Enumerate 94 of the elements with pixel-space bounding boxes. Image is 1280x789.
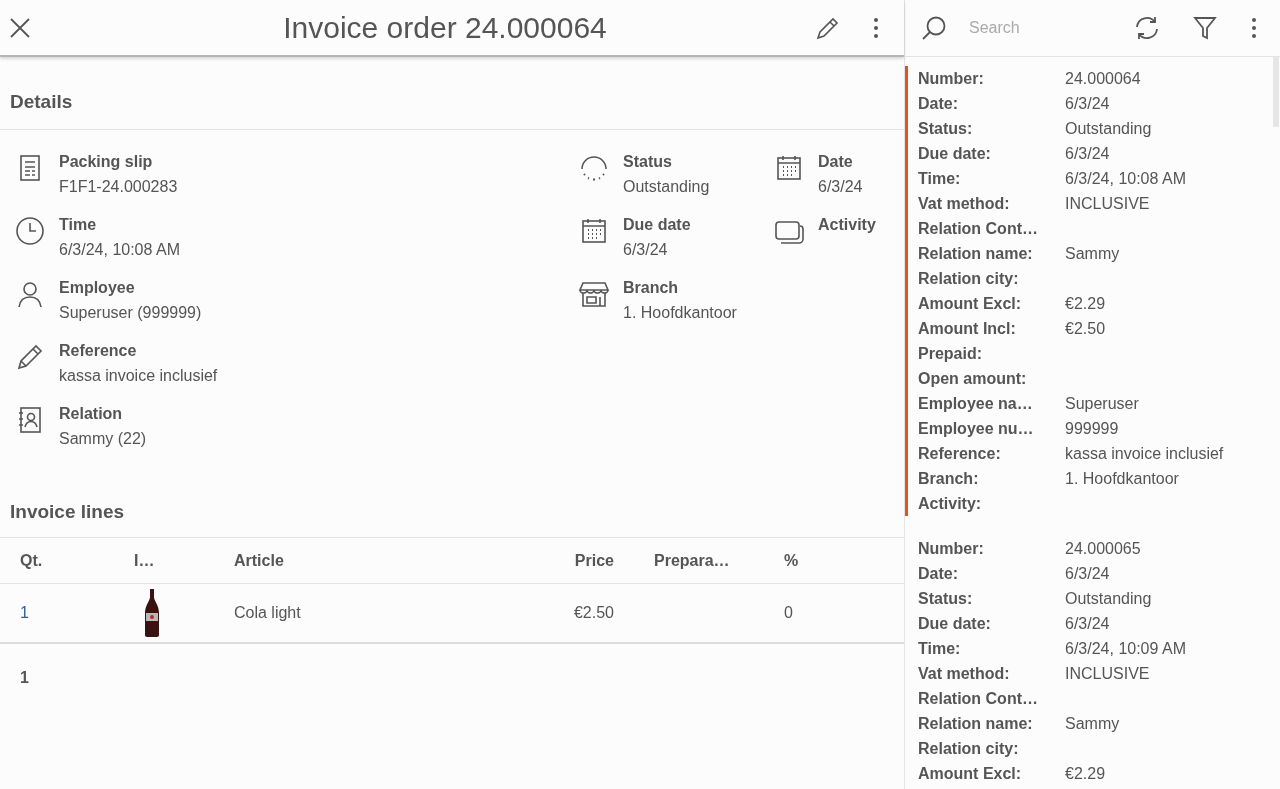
column-header[interactable]: Qt. bbox=[20, 548, 43, 573]
record-value: 6/3/24 bbox=[1065, 93, 1110, 114]
more-icon bbox=[874, 17, 878, 38]
section-heading: Details bbox=[9, 90, 74, 114]
record-value: 24.000064 bbox=[1065, 68, 1141, 89]
record-value: 6/3/24, 10:08 AM bbox=[1065, 168, 1186, 189]
field-value: Superuser (999999) bbox=[59, 302, 202, 323]
record-label: Relation city: bbox=[918, 738, 1020, 759]
scrollbar-thumb[interactable] bbox=[1273, 57, 1279, 127]
table-cell[interactable]: 1 bbox=[20, 601, 29, 625]
column-header[interactable]: Article bbox=[234, 548, 284, 573]
field-value: Outstanding bbox=[623, 176, 710, 197]
close-button[interactable] bbox=[8, 15, 32, 40]
field-value: 1. Hoofdkantoor bbox=[623, 302, 737, 323]
record-value: €2.29 bbox=[1065, 763, 1106, 784]
record-value: 6/3/24 bbox=[1065, 613, 1110, 634]
record-value: 1. Hoofdkantoor bbox=[1065, 468, 1179, 489]
search-field[interactable]: Search bbox=[969, 16, 1089, 40]
record-label: Employee na… bbox=[918, 393, 1034, 414]
record-label: Time: bbox=[918, 638, 962, 659]
record-value: 6/3/24, 10:09 AM bbox=[1065, 638, 1186, 659]
field-label: Time bbox=[59, 214, 98, 235]
record-label: Amount Excl: bbox=[918, 293, 1023, 314]
field-value: Sammy (22) bbox=[59, 428, 147, 449]
record-label: Prepaid: bbox=[918, 343, 983, 364]
record-label: Date: bbox=[918, 93, 959, 114]
table-cell-text: €2.50 bbox=[573, 603, 614, 623]
section-heading: Invoice lines bbox=[9, 499, 126, 524]
record-label: Activity: bbox=[918, 493, 983, 514]
field-label: Employee bbox=[59, 277, 136, 298]
record-label: Relation city: bbox=[918, 268, 1020, 289]
field-label: Due date bbox=[623, 214, 691, 235]
field-label: Date bbox=[818, 151, 854, 172]
record-value: 999999 bbox=[1065, 418, 1119, 439]
record-label: Relation name: bbox=[918, 713, 1034, 734]
close-icon bbox=[9, 16, 31, 39]
field-value: 6/3/24 bbox=[818, 176, 863, 197]
record-label: Number: bbox=[918, 538, 985, 559]
refresh-icon bbox=[1134, 15, 1160, 41]
record-label: Vat method: bbox=[918, 193, 1011, 214]
column-header[interactable]: Price bbox=[574, 548, 614, 573]
record-value: INCLUSIVE bbox=[1065, 663, 1150, 684]
record-value: Sammy bbox=[1065, 713, 1120, 734]
record-value: kassa invoice inclusief bbox=[1065, 443, 1224, 464]
filter-icon bbox=[1193, 16, 1217, 40]
record-value: 24.000065 bbox=[1065, 538, 1141, 559]
field-value: 6/3/24, 10:08 AM bbox=[59, 239, 180, 260]
bottle-drawing bbox=[144, 589, 160, 637]
field-value: F1F1-24.000283 bbox=[59, 176, 178, 197]
record-value: €2.29 bbox=[1065, 293, 1106, 314]
record-label: Due date: bbox=[918, 613, 992, 634]
column-header[interactable]: Prepara… bbox=[654, 548, 730, 573]
record-label: Reference: bbox=[918, 443, 1002, 464]
record-value: 6/3/24 bbox=[1065, 143, 1110, 164]
record-label: Relation name: bbox=[918, 243, 1034, 264]
table-cell-text: Cola light bbox=[234, 603, 301, 623]
record-value: €2.50 bbox=[1065, 318, 1106, 339]
record-value: Sammy bbox=[1065, 243, 1120, 264]
record-label: Date: bbox=[918, 563, 959, 584]
record-label: Relation Cont… bbox=[918, 218, 1039, 239]
record-label: Time: bbox=[918, 168, 962, 189]
record-label: Amount Excl: bbox=[918, 763, 1023, 784]
field-label: Reference bbox=[59, 340, 138, 361]
field-label: Packing slip bbox=[59, 151, 154, 172]
record-label: Employee nu… bbox=[918, 418, 1035, 439]
record-value: Superuser bbox=[1065, 393, 1139, 414]
field-value: kassa invoice inclusief bbox=[59, 365, 218, 386]
record-label: Open amount: bbox=[918, 368, 1028, 389]
record-label: Status: bbox=[918, 588, 974, 609]
record-card[interactable]: Number: 24.000065 Date: 6/3/24 Status: Outstanding Due date: 6/3/24 Time: 6/3/24, 10:09 AM Vat method: INCLUSIVE Relation Cont… Relation name: Sammy Relation city: Amount Excl: €2.29 bbox=[905, 536, 1280, 786]
total-quantity: 1 bbox=[20, 669, 29, 686]
record-value: Outstanding bbox=[1065, 118, 1152, 139]
record-label: Vat method: bbox=[918, 663, 1011, 684]
record-label: Status: bbox=[918, 118, 974, 139]
record-label: Due date: bbox=[918, 143, 992, 164]
field-label: Branch bbox=[623, 277, 680, 298]
field-label: Status bbox=[623, 151, 673, 172]
more-icon bbox=[1252, 18, 1256, 38]
field-label: Relation bbox=[59, 403, 124, 424]
clock-icon bbox=[14, 214, 46, 247]
table-cell-text: 0 bbox=[784, 603, 793, 623]
field-label: Activity bbox=[818, 214, 876, 235]
record-label: Amount Incl: bbox=[918, 318, 1017, 339]
record-label: Number: bbox=[918, 68, 985, 89]
column-header[interactable]: % bbox=[784, 548, 799, 573]
record-label: Branch: bbox=[918, 468, 980, 489]
record-value: INCLUSIVE bbox=[1065, 193, 1150, 214]
record-label: Relation Cont… bbox=[918, 688, 1039, 709]
page-title: Invoice order 24.000064 bbox=[282, 10, 608, 46]
record-value: Outstanding bbox=[1065, 588, 1152, 609]
field-value: 6/3/24 bbox=[623, 239, 669, 260]
column-header[interactable]: I… bbox=[134, 548, 155, 573]
record-value: 6/3/24 bbox=[1065, 563, 1110, 584]
search-icon bbox=[921, 15, 947, 41]
